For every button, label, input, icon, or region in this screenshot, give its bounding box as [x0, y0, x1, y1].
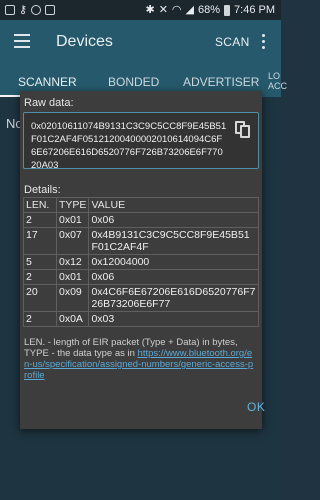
details-table: LEN. TYPE VALUE 2 0x01 0x06 17 0x07 0x4B… [23, 197, 259, 327]
cell-len: 5 [23, 254, 57, 270]
header-type: TYPE [55, 197, 90, 213]
table-row: 2 0x01 0x06 [23, 212, 259, 228]
raw-data-dialog: Raw data: 0x02010611074B9131C3C9C5CC8F9E… [20, 91, 265, 429]
clock-notification-icon [31, 5, 42, 15]
s-notification-icon [45, 5, 56, 15]
cell-value: 0x4C6F6E67206E616D6520776F726B73206E6F77 [88, 284, 259, 312]
cell-value: 0x03 [88, 311, 259, 327]
raw-data-value[interactable]: 0x02010611074B9131C3C9C5CC8F9E45B51F01C2… [31, 120, 227, 172]
menu-icon[interactable] [14, 34, 30, 48]
header-len: LEN. [23, 197, 57, 213]
status-time: 7:46 PM [234, 4, 275, 16]
more-options-icon[interactable] [262, 34, 266, 52]
mute-icon: ✕ [158, 4, 168, 16]
signal-icon: ◢ [185, 4, 194, 16]
cell-type: 0x0A [55, 311, 90, 327]
details-label: Details: [24, 184, 61, 196]
table-row: 17 0x07 0x4B9131C3C9C5CC8F9E45B51F01C2AF… [23, 227, 259, 255]
cell-len: 2 [23, 269, 57, 285]
table-row: 2 0x01 0x06 [23, 269, 259, 285]
wifi-icon: ◠ [171, 4, 182, 16]
cell-type: 0x12 [55, 254, 90, 270]
ok-button[interactable]: OK [247, 400, 265, 414]
status-left-icons: ⚷ [5, 3, 56, 17]
battery-percent: 68% [198, 4, 221, 16]
raw-data-label: Raw data: [24, 97, 74, 109]
header-value: VALUE [88, 197, 259, 213]
tab-bonded[interactable]: BONDED [108, 75, 159, 89]
cell-value: 0x4B9131C3C9C5CC8F9E45B51F01C2AF4F [88, 227, 259, 255]
cell-value: 0x06 [88, 212, 259, 228]
cell-len: 20 [23, 284, 57, 312]
cell-type: 0x07 [55, 227, 90, 255]
cell-len: 17 [23, 227, 57, 255]
raw-data-box: 0x02010611074B9131C3C9C5CC8F9E45B51F01C2… [23, 112, 259, 172]
app-bar: Devices SCAN [0, 20, 281, 65]
tab-advertiser[interactable]: ADVERTISER [183, 75, 259, 89]
status-right-icons: ✱ ✕ ◠ ◢ 68% 7:46 PM [145, 3, 275, 17]
cell-value: 0x06 [88, 269, 259, 285]
table-row: 20 0x09 0x4C6F6E67206E616D6520776F726B73… [23, 284, 259, 312]
copy-icon[interactable] [235, 121, 251, 139]
page-title: Devices [56, 33, 113, 50]
battery-icon [224, 4, 231, 16]
tab-log[interactable]: LO ACC [268, 71, 287, 91]
table-row: 2 0x0A 0x03 [23, 311, 259, 327]
legend-text-block: LEN. - length of EIR packet (Type + Data… [24, 337, 256, 381]
table-row: 5 0x12 0x12004000 [23, 254, 259, 270]
cell-value: 0x12004000 [88, 254, 259, 270]
cell-len: 2 [23, 212, 57, 228]
cell-type: 0x01 [55, 212, 90, 228]
cell-len: 2 [23, 311, 57, 327]
key-icon: ⚷ [19, 4, 28, 16]
cell-type: 0x01 [55, 269, 90, 285]
status-bar: ⚷ ✱ ✕ ◠ ◢ 68% 7:46 PM [0, 0, 281, 20]
table-header-row: LEN. TYPE VALUE [23, 197, 259, 213]
scan-button[interactable]: SCAN [215, 35, 250, 49]
bluetooth-icon: ✱ [145, 4, 155, 16]
cell-type: 0x09 [55, 284, 90, 312]
tab-scanner[interactable]: SCANNER [18, 75, 77, 89]
image-notification-icon [5, 5, 15, 15]
